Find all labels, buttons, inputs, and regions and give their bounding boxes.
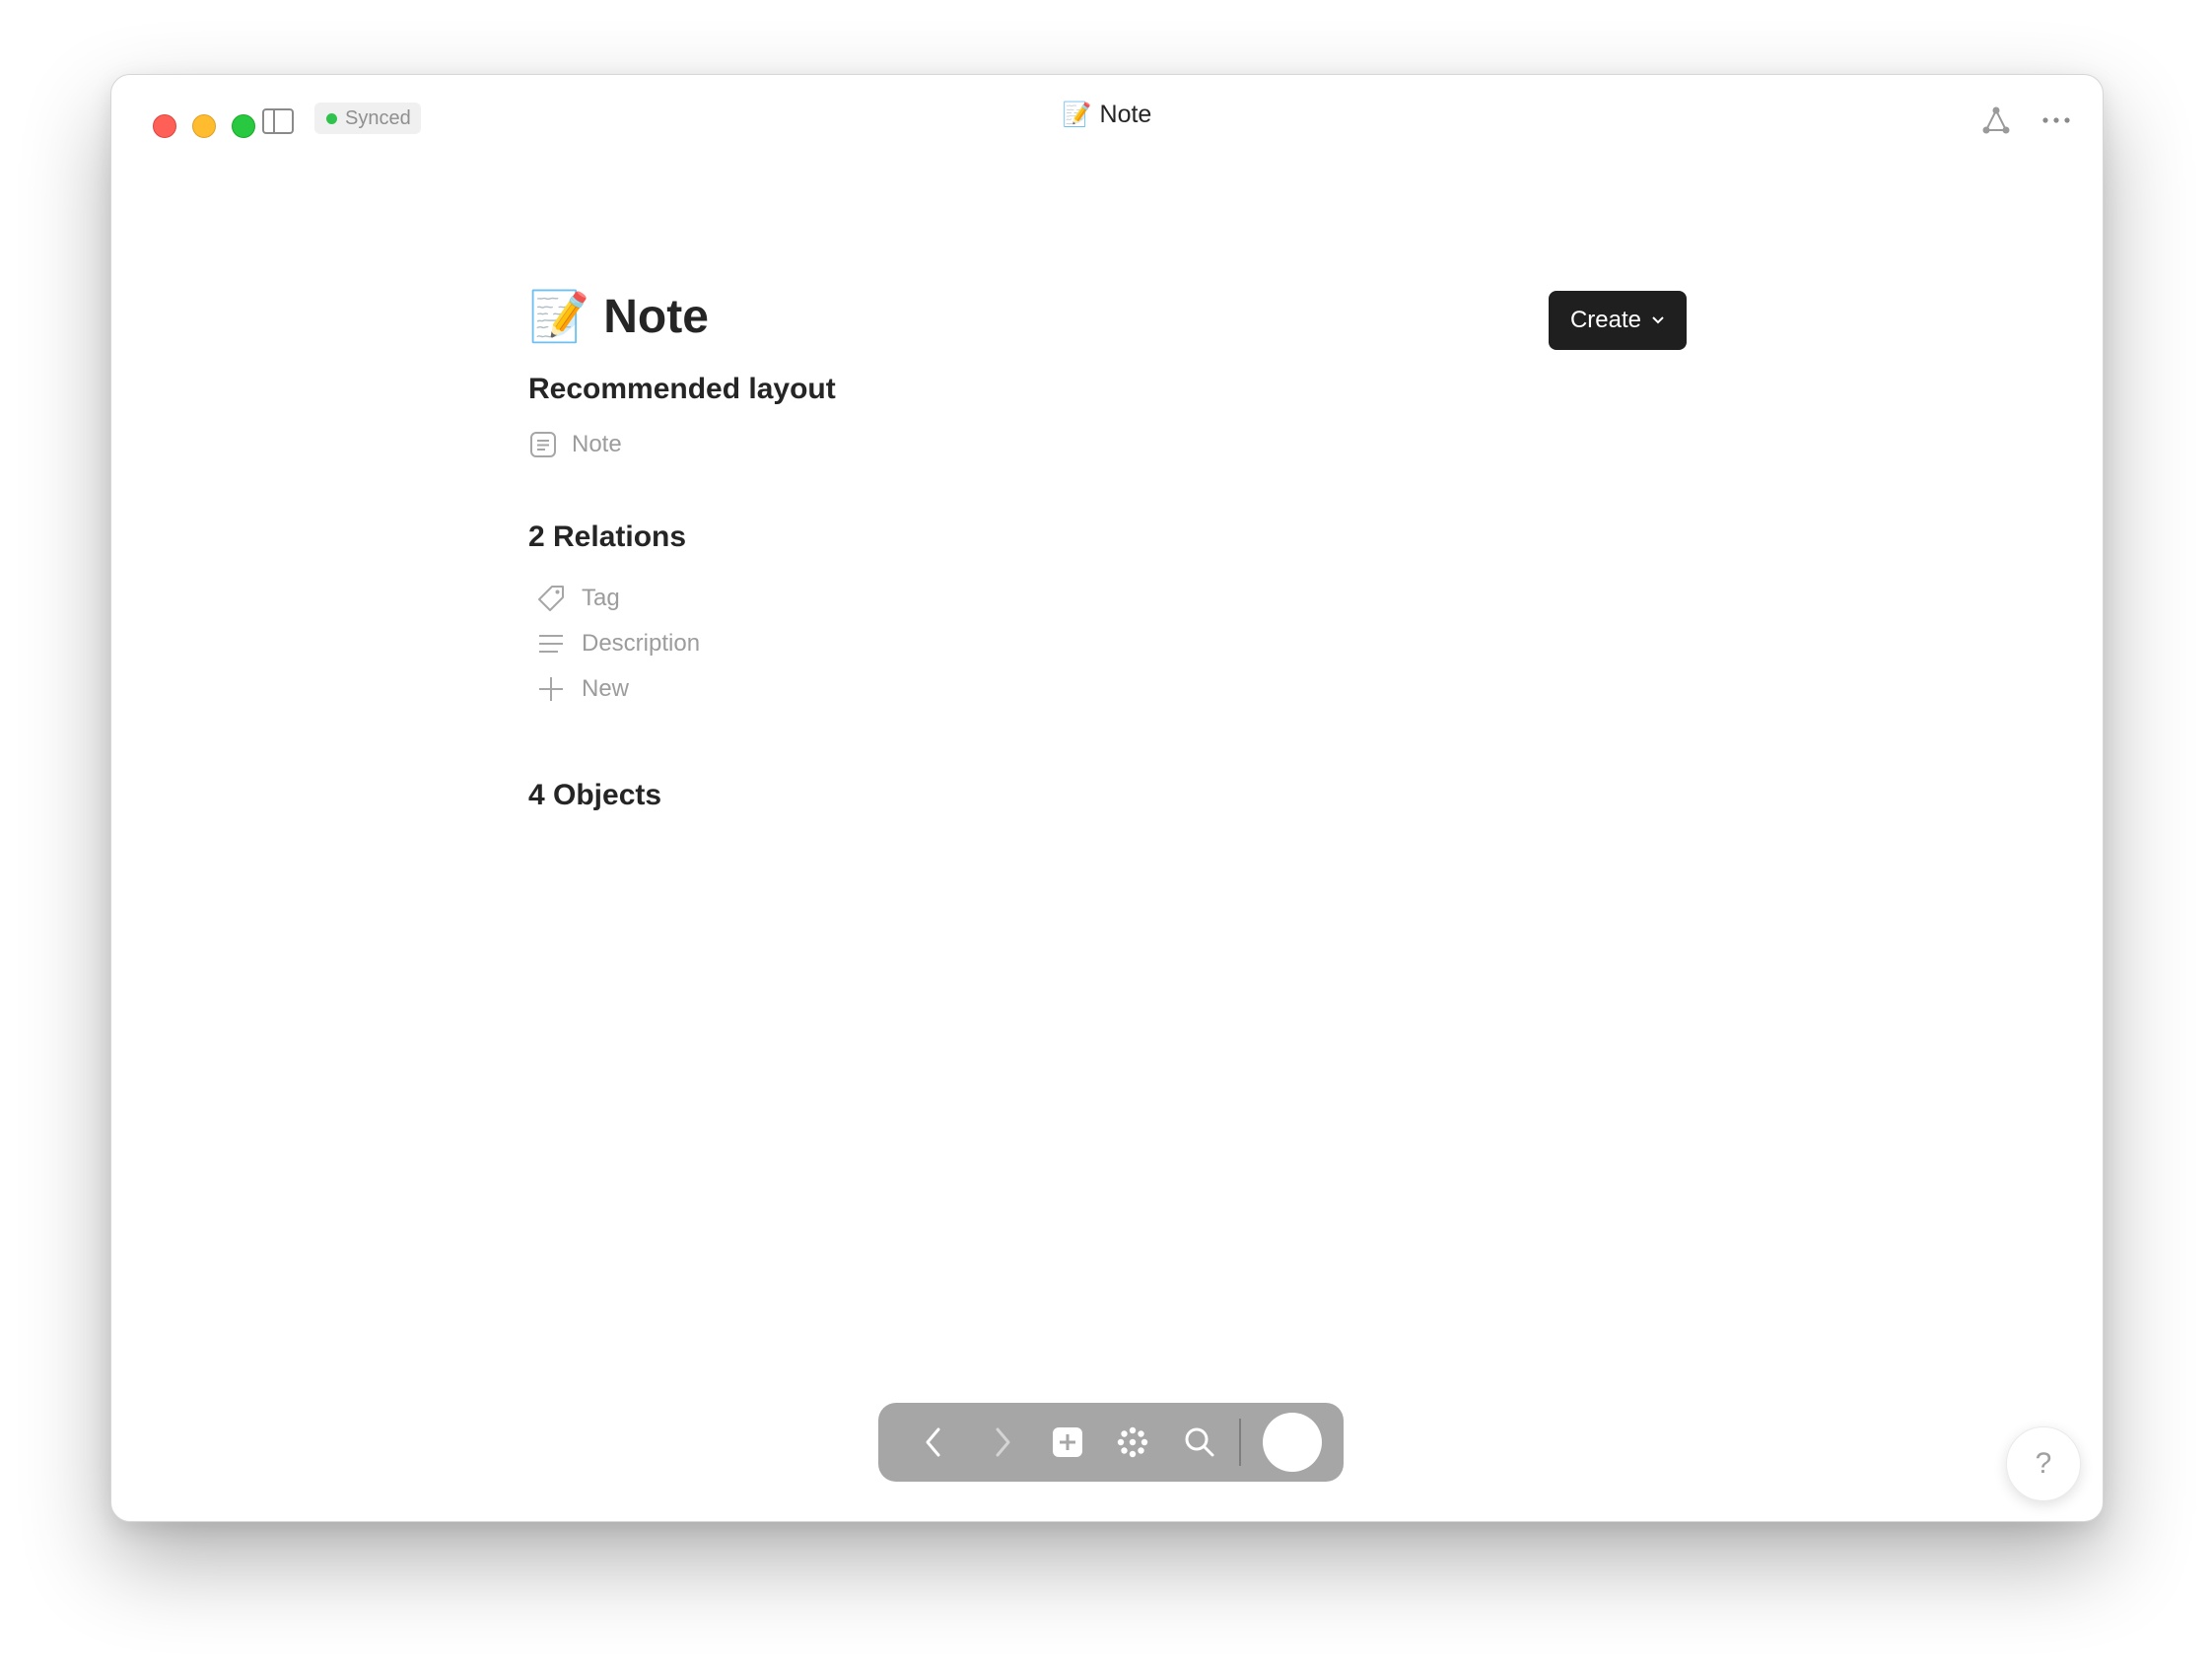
- graph-icon[interactable]: [1980, 104, 2012, 136]
- relation-label: Tag: [582, 585, 620, 611]
- tag-icon: [538, 586, 564, 611]
- widgets-icon[interactable]: [1113, 1423, 1152, 1462]
- window-title: 📝 Note: [111, 101, 2103, 129]
- profile-avatar[interactable]: [1263, 1413, 1322, 1472]
- relation-item-tag[interactable]: Tag: [528, 576, 700, 621]
- note-emoji-icon: 📝: [1062, 102, 1092, 128]
- add-object-icon[interactable]: [1048, 1423, 1087, 1462]
- back-icon[interactable]: [914, 1423, 953, 1462]
- chevron-down-icon: [1652, 316, 1664, 324]
- new-relation-button[interactable]: New: [528, 666, 700, 712]
- create-button[interactable]: Create: [1548, 291, 1687, 350]
- relation-label: Description: [582, 630, 701, 657]
- relations-list: Tag Description New: [528, 576, 700, 712]
- relation-item-description[interactable]: Description: [528, 621, 700, 666]
- recommended-layout-item[interactable]: Note: [528, 430, 622, 459]
- objects-heading: 4 Objects: [528, 779, 662, 811]
- recommended-layout-heading: Recommended layout: [528, 373, 836, 405]
- create-button-label: Create: [1569, 307, 1641, 333]
- page-title: 📝 Note: [528, 282, 1687, 351]
- forward-icon[interactable]: [983, 1423, 1022, 1462]
- plus-icon: [539, 677, 563, 701]
- lines-icon: [539, 635, 563, 653]
- search-icon[interactable]: [1180, 1423, 1219, 1462]
- recommended-layout-label: Note: [572, 431, 622, 457]
- app-window: Synced 📝 Note 📝 Note Create Recommended …: [110, 74, 2104, 1522]
- relations-heading: 2 Relations: [528, 521, 687, 553]
- help-button[interactable]: ?: [2006, 1426, 2081, 1501]
- nav-divider: [1239, 1419, 1241, 1466]
- window-title-label: Note: [1099, 101, 1152, 128]
- type-page-content: 📝 Note Create Recommended layout Note 2 …: [528, 282, 1687, 811]
- bottom-navigation-bar: [878, 1403, 1344, 1482]
- document-icon: [530, 432, 556, 457]
- more-options-icon[interactable]: [2039, 108, 2073, 132]
- page-title-label[interactable]: Note: [603, 290, 709, 344]
- page-emoji-icon[interactable]: 📝: [528, 292, 589, 341]
- new-relation-label: New: [582, 675, 630, 702]
